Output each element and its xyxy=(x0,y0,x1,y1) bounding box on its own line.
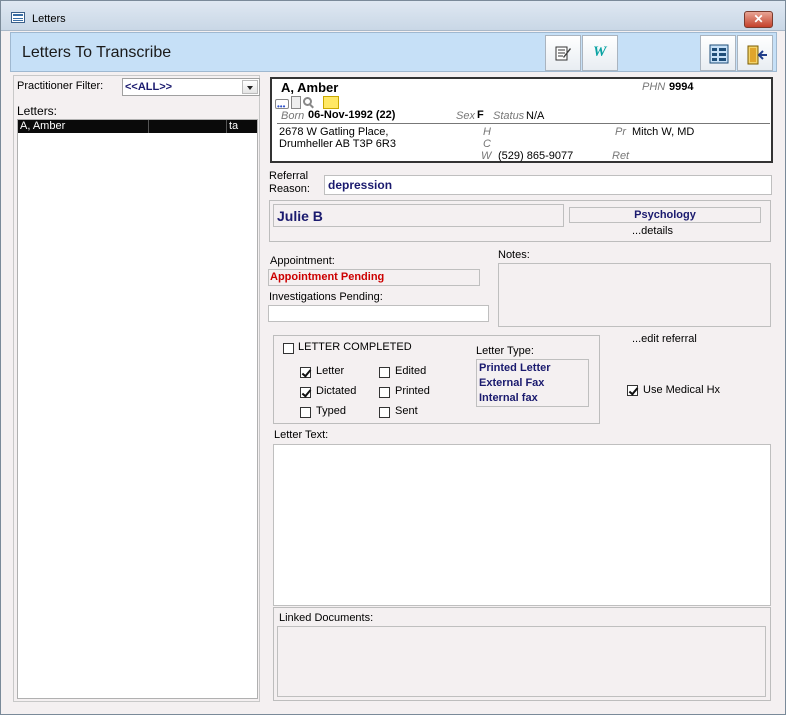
edit-referral-link[interactable]: ...edit referral xyxy=(632,333,697,345)
letter-status-group: LETTER COMPLETED Letter Dictated Typed E… xyxy=(273,335,600,424)
specialty-field[interactable]: Psychology xyxy=(569,207,761,223)
linked-documents-label: Linked Documents: xyxy=(279,612,374,624)
specialty-value: Psychology xyxy=(634,209,696,221)
referral-reason-label: Referral xyxy=(269,170,309,182)
letter-type-option[interactable]: Printed Letter xyxy=(479,362,551,374)
phn-label: PHN xyxy=(642,81,666,93)
list-item-code: ta xyxy=(229,120,239,132)
letters-label: Letters: xyxy=(17,104,58,118)
form-icon xyxy=(11,12,25,23)
letter-type-option[interactable]: External Fax xyxy=(479,377,544,389)
typed-checkbox[interactable] xyxy=(300,407,311,418)
work-phone-label: W xyxy=(481,150,492,162)
magnifier-handle xyxy=(309,103,314,109)
document-icon[interactable] xyxy=(291,96,301,109)
referral-reason-value: depression xyxy=(328,178,393,192)
notes-label: Notes: xyxy=(498,249,530,261)
edited-checkbox[interactable] xyxy=(379,367,390,378)
letter-type-label: Letter Type: xyxy=(476,345,534,357)
letter-completed-label: LETTER COMPLETED xyxy=(298,341,412,353)
dictated-checkbox-label: Dictated xyxy=(316,385,357,397)
letters-pane: Practitioner Filter: <<ALL>> Letters: A,… xyxy=(13,75,260,702)
referrer-name: Julie B xyxy=(277,208,323,224)
appointment-value: Appointment Pending xyxy=(270,271,385,283)
column-divider xyxy=(226,120,227,133)
practitioner-filter-value: <<ALL>> xyxy=(125,81,173,93)
born-value: 06-Nov-1992 (22) xyxy=(308,109,396,121)
born-label: Born xyxy=(281,110,305,122)
word-icon: W xyxy=(593,44,607,60)
status-label: Status xyxy=(493,110,525,122)
ret-label: Ret xyxy=(612,150,630,162)
practitioner-filter-select[interactable]: <<ALL>> xyxy=(122,78,260,96)
appointment-label: Appointment: xyxy=(270,255,335,267)
details-link[interactable]: ...details xyxy=(632,225,673,237)
edited-checkbox-label: Edited xyxy=(395,365,427,377)
word-button[interactable]: W xyxy=(582,35,618,71)
typed-checkbox-label: Typed xyxy=(316,405,346,417)
sent-checkbox-label: Sent xyxy=(395,405,418,417)
phn-value: 9994 xyxy=(669,81,694,93)
status-value: N/A xyxy=(526,110,545,122)
practitioner-filter-label: Practitioner Filter: xyxy=(17,80,104,92)
column-divider xyxy=(148,120,149,133)
linked-documents-group: Linked Documents: xyxy=(273,607,771,701)
investigations-label: Investigations Pending: xyxy=(269,291,383,303)
chevron-down-icon[interactable] xyxy=(242,80,258,94)
printed-checkbox[interactable] xyxy=(379,387,390,398)
letter-text-area[interactable] xyxy=(273,444,771,606)
referrer-field[interactable]: Julie B xyxy=(273,204,564,227)
cell-phone-label: C xyxy=(483,138,491,150)
sent-checkbox[interactable] xyxy=(379,407,390,418)
address-line2: Drumheller AB T3P 6R3 xyxy=(279,138,396,150)
patient-banner: A, Amber PHN 9994 ••• Born 06-Nov-1992 (… xyxy=(270,77,773,163)
letter-text-label: Letter Text: xyxy=(274,429,329,441)
use-medical-hx-checkbox[interactable] xyxy=(627,385,638,396)
investigations-field[interactable] xyxy=(268,305,489,322)
address-line1: 2678 W Gatling Place, xyxy=(279,126,389,138)
close-button[interactable]: ✕ xyxy=(744,11,773,28)
letter-completed-checkbox[interactable] xyxy=(283,343,294,354)
notes-field[interactable] xyxy=(498,263,771,327)
letter-type-option[interactable]: Internal fax xyxy=(479,392,538,404)
use-medical-hx-label: Use Medical Hx xyxy=(643,384,721,396)
exit-door-icon xyxy=(747,45,767,65)
list-item-name: A, Amber xyxy=(20,120,66,132)
form-header: Letters To Transcribe W xyxy=(10,32,777,72)
letter-checkbox[interactable] xyxy=(300,367,311,378)
letter-type-list[interactable]: Printed Letter External Fax Internal fax xyxy=(476,359,589,407)
sex-value: F xyxy=(477,109,484,121)
home-phone-label: H xyxy=(483,126,491,138)
exit-button[interactable] xyxy=(737,35,773,71)
letters-window: Letters ✕ Letters To Transcribe W Practi… xyxy=(0,0,786,715)
ellipsis-icon: ••• xyxy=(277,102,286,111)
page-title: Letters To Transcribe xyxy=(22,44,172,61)
patient-name: A, Amber xyxy=(281,80,339,95)
referral-reason-label-2: Reason: xyxy=(269,183,310,195)
referrer-group: Julie B Psychology ...details xyxy=(269,200,771,242)
practitioner-value: Mitch W, MD xyxy=(632,126,695,138)
patient-icons: ••• xyxy=(275,96,345,111)
list-view-button[interactable] xyxy=(700,35,736,71)
dictated-checkbox[interactable] xyxy=(300,387,311,398)
linked-documents-list[interactable] xyxy=(277,626,766,697)
edit-note-icon xyxy=(555,46,571,61)
work-phone-value: (529) 865-9077 xyxy=(498,150,574,162)
title-bar[interactable]: Letters ✕ xyxy=(1,1,785,31)
letters-list[interactable]: A, Amber ta xyxy=(17,119,258,699)
list-item[interactable]: A, Amber ta xyxy=(18,120,257,133)
divider xyxy=(277,123,770,124)
list-view-icon xyxy=(709,44,729,64)
practitioner-label: Pr xyxy=(615,126,626,138)
sex-label: Sex xyxy=(456,110,475,122)
referral-reason-field[interactable]: depression xyxy=(324,175,772,195)
printed-checkbox-label: Printed xyxy=(395,385,430,397)
window-title: Letters xyxy=(32,13,66,25)
sticky-note-icon[interactable] xyxy=(323,96,339,109)
appointment-field[interactable]: Appointment Pending xyxy=(268,269,480,286)
edit-letter-button[interactable] xyxy=(545,35,581,71)
letter-checkbox-label: Letter xyxy=(316,365,345,377)
